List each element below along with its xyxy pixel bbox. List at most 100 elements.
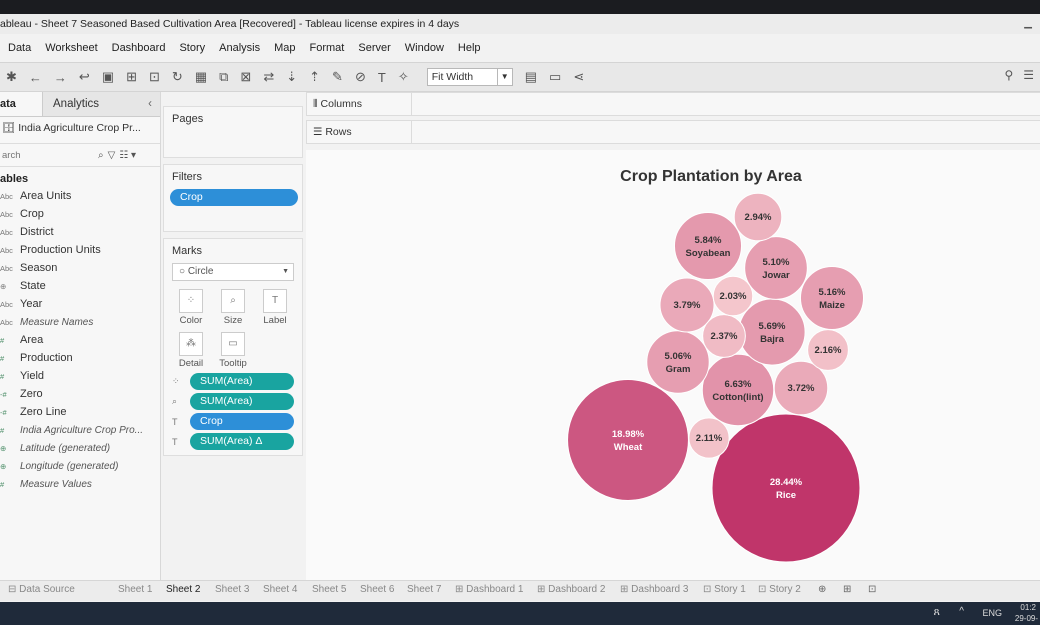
back-icon[interactable]: ← (29, 70, 42, 85)
show-me-list-icon[interactable]: ☰ (1023, 68, 1034, 82)
new-dashboard-icon[interactable]: ⊞ (843, 584, 851, 595)
tab-story-1[interactable]: ⊡ Story 1 (703, 584, 746, 595)
tab-sheet-1[interactable]: Sheet 1 (118, 584, 152, 595)
field-india-agriculture-crop-pro[interactable]: # India Agriculture Crop Pro... (0, 421, 160, 439)
field-area-units[interactable]: Abc Area Units (0, 187, 160, 205)
sort-desc-icon[interactable]: ⇡ (309, 69, 320, 85)
bubble-mark[interactable] (673, 211, 743, 281)
menu-story[interactable]: Story (179, 42, 205, 54)
menu-format[interactable]: Format (310, 42, 345, 54)
language-indicator[interactable]: ENG (982, 608, 1002, 618)
bubble-rice[interactable]: 28.44% Rice (711, 413, 861, 563)
detail-button[interactable]: ⁂ Detail (172, 332, 210, 369)
field-longitude-generated[interactable]: ⊕ Longitude (generated) (0, 457, 160, 475)
menu-help[interactable]: Help (458, 42, 481, 54)
fit-width-select[interactable]: Fit Width ▼ (426, 68, 513, 86)
menu-window[interactable]: Window (405, 42, 444, 54)
tab-sheet-6[interactable]: Sheet 6 (360, 584, 394, 595)
tab-sheet-7[interactable]: Sheet 7 (407, 584, 441, 595)
bubble-unlabeled-11[interactable]: 2.37% (702, 314, 746, 358)
tab-analytics[interactable]: Analytics ‹ (42, 92, 160, 116)
people-icon[interactable]: ጸ (934, 606, 940, 619)
presentation-icon[interactable]: ▭ (549, 69, 561, 85)
data-source-item[interactable]: 🗄 India Agriculture Crop Pr... (0, 117, 160, 139)
field-yield[interactable]: # Yield (0, 367, 160, 385)
rows-shelf[interactable]: ☰ Rows (306, 120, 1040, 144)
refresh-icon[interactable]: ↻ (172, 69, 183, 85)
share-icon[interactable]: ⋖ (573, 69, 584, 85)
bubble-unlabeled-13[interactable]: 2.11% (688, 417, 730, 459)
field-crop[interactable]: Abc Crop (0, 205, 160, 223)
menu-analysis[interactable]: Analysis (219, 42, 260, 54)
search-input[interactable] (0, 147, 94, 163)
new-story-icon[interactable]: ⊡ (868, 584, 876, 595)
group-icon[interactable]: ⊘ (355, 69, 366, 85)
field-season[interactable]: Abc Season (0, 259, 160, 277)
tab-sheet-5[interactable]: Sheet 5 (312, 584, 346, 595)
highlight-icon[interactable]: ✎ (332, 69, 343, 85)
columns-shelf[interactable]: ⦀ Columns (306, 92, 1040, 116)
tab-dashboard-1[interactable]: ⊞ Dashboard 1 (455, 584, 523, 595)
field-measure-values[interactable]: # Measure Values (0, 475, 160, 493)
tab-dashboard-2[interactable]: ⊞ Dashboard 2 (537, 584, 605, 595)
bubble-mark[interactable] (646, 330, 710, 394)
mark-pill-size[interactable]: SUM(Area) (190, 393, 294, 410)
bubble-unlabeled-10[interactable]: 2.94% (733, 192, 783, 242)
bubble-unlabeled-12[interactable]: 2.16% (807, 329, 849, 371)
bubble-chart[interactable]: Crop Plantation by Area 28.44% Rice 18.98% W… (306, 150, 1040, 580)
mark-pill-label-area[interactable]: SUM(Area) Δ (190, 433, 294, 450)
tab-sheet-4[interactable]: Sheet 4 (263, 584, 297, 595)
field-area[interactable]: # Area (0, 331, 160, 349)
bubble-mark[interactable] (711, 413, 861, 563)
tab-sheet-3[interactable]: Sheet 3 (215, 584, 249, 595)
search-icon[interactable]: ⌕ (98, 150, 104, 161)
new-worksheet-icon[interactable]: ▦ (195, 69, 207, 85)
bubble-mark[interactable] (744, 236, 808, 300)
field-year[interactable]: Abc Year (0, 295, 160, 313)
field-production[interactable]: # Production (0, 349, 160, 367)
duplicate-icon[interactable]: ⧉ (219, 69, 228, 85)
color-button[interactable]: ⁘ Color (172, 289, 210, 326)
size-button[interactable]: ⌕ Size (214, 289, 252, 326)
minimize-icon[interactable]: ▁ (1024, 14, 1032, 34)
field-zero[interactable]: -# Zero (0, 385, 160, 403)
field-measure-names[interactable]: Abc Measure Names (0, 313, 160, 331)
clock-date[interactable]: 29-09- (1015, 614, 1038, 623)
sort-asc-icon[interactable]: ⇣ (286, 69, 297, 85)
field-zero-line[interactable]: -# Zero Line (0, 403, 160, 421)
field-district[interactable]: Abc District (0, 223, 160, 241)
bubble-wheat[interactable]: 18.98% Wheat (567, 379, 689, 501)
new-data-source-icon[interactable]: ⊞ (126, 69, 137, 85)
field-production-units[interactable]: Abc Production Units (0, 241, 160, 259)
bubble-mark[interactable] (567, 379, 689, 501)
clock-time[interactable]: 01:2 (1020, 603, 1036, 612)
menu-data[interactable]: Data (8, 42, 31, 54)
collapse-icon[interactable]: ‹ (148, 92, 152, 116)
mark-pill-label-crop[interactable]: Crop (190, 413, 294, 430)
mark-pill-color[interactable]: SUM(Area) (190, 373, 294, 390)
field-state[interactable]: ⊕ State (0, 277, 160, 295)
bubble-maize[interactable]: 5.16% Maize (799, 265, 865, 331)
label-button[interactable]: T Label (256, 289, 294, 326)
pin-icon[interactable]: ✧ (398, 69, 409, 85)
tab-story-2[interactable]: ⊡ Story 2 (758, 584, 801, 595)
clear-sheet-icon[interactable]: ⊠ (240, 69, 251, 85)
columns-drop-area[interactable] (411, 93, 1040, 115)
field-latitude-generated[interactable]: ⊕ Latitude (generated) (0, 439, 160, 457)
rows-drop-area[interactable] (411, 121, 1040, 143)
data-source-tab[interactable]: ⊟ Data Source (8, 584, 75, 595)
worksheet-view[interactable]: Crop Plantation by Area 28.44% Rice 18.98% W… (306, 150, 1040, 580)
tooltip-button[interactable]: ▭ Tooltip (214, 332, 252, 369)
view-options-icon[interactable]: ☷ ▾ (119, 150, 136, 161)
undo-icon[interactable]: ↩ (79, 69, 90, 85)
bubble-mark[interactable] (701, 353, 775, 427)
labels-icon[interactable]: T (378, 70, 386, 85)
menu-dashboard[interactable]: Dashboard (112, 42, 166, 54)
tab-dashboard-3[interactable]: ⊞ Dashboard 3 (620, 584, 688, 595)
bubble-jowar[interactable]: 5.10% Jowar (744, 236, 808, 300)
menu-worksheet[interactable]: Worksheet (45, 42, 97, 54)
filter-pill-crop[interactable]: Crop (170, 189, 298, 206)
tab-sheet-2[interactable]: Sheet 2 (166, 584, 200, 595)
save-icon[interactable]: ▣ (102, 69, 114, 85)
chevron-up-icon[interactable]: ^ (959, 606, 964, 617)
